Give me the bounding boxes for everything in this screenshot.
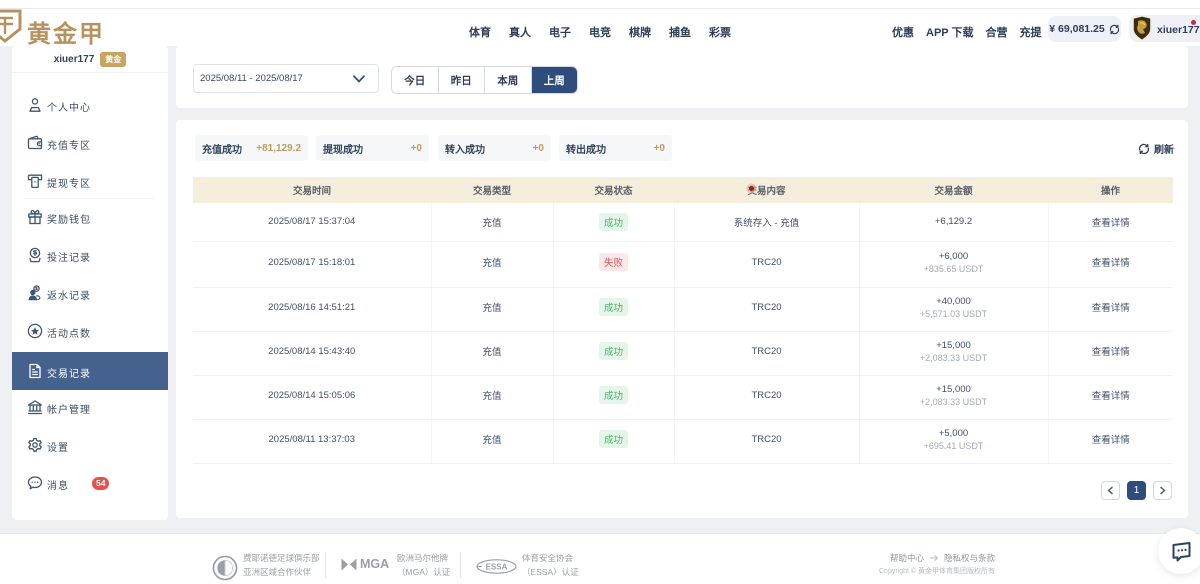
svg-text:ESSA: ESSA — [486, 563, 508, 572]
